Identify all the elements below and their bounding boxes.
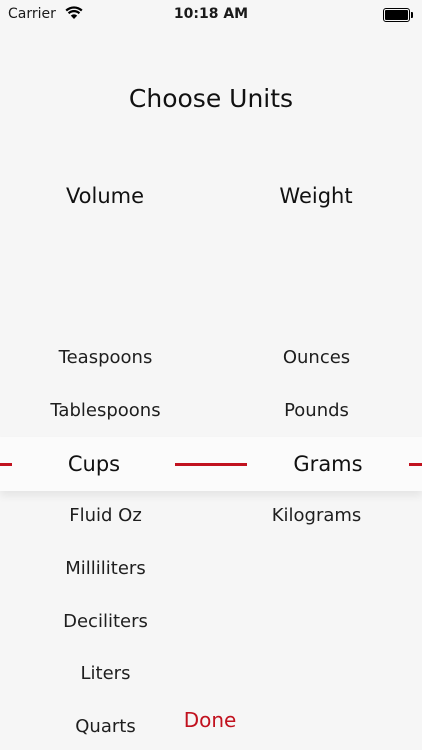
picker-item-tablespoons[interactable]: Tablespoons (0, 396, 211, 426)
done-button[interactable]: Done (150, 704, 270, 736)
selected-volume-unit[interactable]: Cups (54, 449, 134, 479)
picker-item-kilograms[interactable]: Kilograms (211, 501, 422, 531)
volume-picker[interactable]: Teaspoons Tablespoons Fluid Oz Millilite… (0, 330, 211, 750)
volume-column-header: Volume (65, 184, 145, 208)
battery-icon (383, 8, 413, 22)
picker-item-fluid-oz[interactable]: Fluid Oz (0, 501, 211, 531)
picker-item-milliliters[interactable]: Milliliters (0, 554, 211, 584)
page-title: Choose Units (128, 84, 294, 113)
weight-picker[interactable]: Ounces Pounds Kilograms (211, 330, 422, 750)
selection-indicator-line (0, 463, 12, 466)
picker-item-deciliters[interactable]: Deciliters (0, 607, 211, 637)
selection-indicator-line (175, 463, 247, 466)
picker-item-ounces[interactable]: Ounces (211, 343, 422, 373)
weight-column-header: Weight (279, 184, 353, 208)
picker-item-pounds[interactable]: Pounds (211, 396, 422, 426)
selection-indicator-line (409, 463, 422, 466)
status-time: 10:18 AM (173, 6, 249, 22)
status-bar: Carrier 10:18 AM (0, 0, 422, 30)
picker-item-liters[interactable]: Liters (0, 659, 211, 689)
selected-weight-unit[interactable]: Grams (283, 449, 373, 479)
picker-item-teaspoons[interactable]: Teaspoons (0, 343, 211, 373)
